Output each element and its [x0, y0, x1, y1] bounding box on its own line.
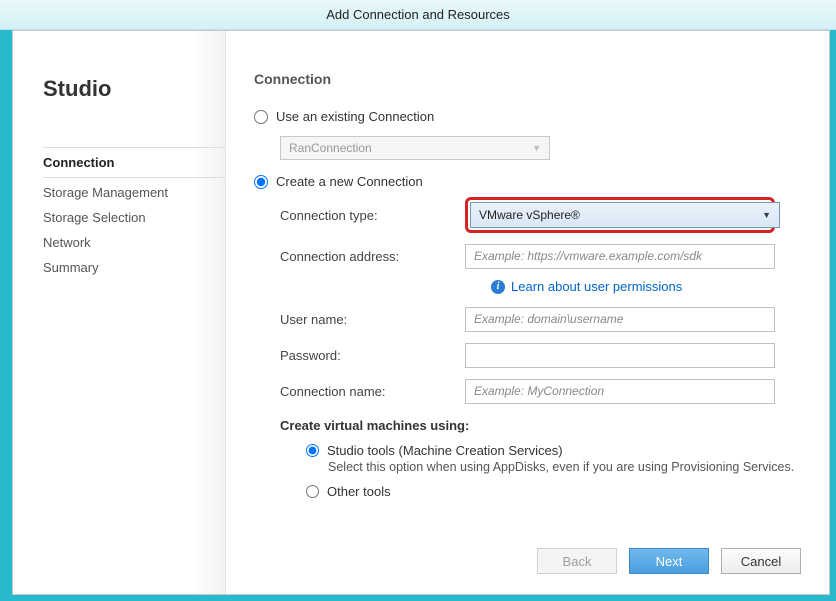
password-label: Password: — [280, 348, 465, 363]
connection-name-input[interactable] — [465, 379, 775, 404]
connection-type-highlight: VMware vSphere® ▼ — [465, 197, 775, 233]
connection-name-label: Connection name: — [280, 384, 465, 399]
chevron-down-icon: ▼ — [532, 143, 541, 153]
permissions-link-row: i Learn about user permissions — [491, 279, 801, 294]
sidebar: Studio Connection Storage Management Sto… — [13, 31, 226, 594]
connection-type-label: Connection type: — [280, 208, 465, 223]
window-titlebar: Add Connection and Resources — [0, 0, 836, 30]
connection-type-value: VMware vSphere® — [479, 208, 580, 222]
user-name-input[interactable] — [465, 307, 775, 332]
connection-address-label: Connection address: — [280, 249, 465, 264]
vm-tools-title: Create virtual machines using: — [280, 418, 801, 433]
connection-type-select[interactable]: VMware vSphere® ▼ — [470, 202, 780, 228]
connection-address-input[interactable] — [465, 244, 775, 269]
main-panel: Connection Use an existing Connection Ra… — [226, 31, 829, 594]
cancel-button[interactable]: Cancel — [721, 548, 801, 574]
window-title: Add Connection and Resources — [326, 7, 510, 22]
user-name-label: User name: — [280, 312, 465, 327]
vm-tools-opt-other[interactable]: Other tools — [306, 484, 801, 499]
vm-tools-studio-radio[interactable] — [306, 444, 319, 457]
info-icon: i — [491, 280, 505, 294]
vm-tools-opt-studio[interactable]: Studio tools (Machine Creation Services)… — [306, 443, 801, 474]
create-new-radio[interactable] — [254, 175, 268, 189]
connection-form: Connection type: VMware vSphere® ▼ Conne… — [280, 197, 801, 509]
vm-tools-other-radio[interactable] — [306, 485, 319, 498]
password-input[interactable] — [465, 343, 775, 368]
existing-connection-value: RanConnection — [289, 141, 372, 155]
sidebar-item-label: Storage Selection — [43, 210, 146, 225]
sidebar-heading: Studio — [43, 76, 225, 102]
chevron-down-icon: ▼ — [762, 210, 771, 220]
sidebar-item-label: Network — [43, 235, 91, 250]
back-button: Back — [537, 548, 617, 574]
sidebar-item-storage-selection[interactable]: Storage Selection — [43, 205, 225, 230]
use-existing-radio[interactable] — [254, 110, 268, 124]
dialog-window: Studio Connection Storage Management Sto… — [12, 30, 830, 595]
use-existing-option[interactable]: Use an existing Connection — [254, 109, 801, 124]
sidebar-item-network[interactable]: Network — [43, 230, 225, 255]
sidebar-item-connection[interactable]: Connection — [43, 147, 225, 178]
vm-tools-studio-desc: Select this option when using AppDisks, … — [328, 460, 801, 474]
vm-tools-other-label: Other tools — [327, 484, 391, 499]
permissions-link[interactable]: Learn about user permissions — [511, 279, 682, 294]
section-title: Connection — [254, 71, 801, 87]
next-button[interactable]: Next — [629, 548, 709, 574]
sidebar-item-summary[interactable]: Summary — [43, 255, 225, 280]
create-new-option[interactable]: Create a new Connection — [254, 174, 801, 189]
sidebar-item-storage-management[interactable]: Storage Management — [43, 180, 225, 205]
create-new-label: Create a new Connection — [276, 174, 423, 189]
use-existing-label: Use an existing Connection — [276, 109, 434, 124]
sidebar-item-label: Connection — [43, 155, 115, 170]
vm-tools-studio-label: Studio tools (Machine Creation Services) — [327, 443, 563, 458]
vm-tools-section: Create virtual machines using: Studio to… — [280, 418, 801, 499]
existing-connection-select: RanConnection ▼ — [280, 136, 550, 160]
sidebar-item-label: Storage Management — [43, 185, 168, 200]
sidebar-item-label: Summary — [43, 260, 99, 275]
dialog-buttons: Back Next Cancel — [537, 548, 801, 574]
